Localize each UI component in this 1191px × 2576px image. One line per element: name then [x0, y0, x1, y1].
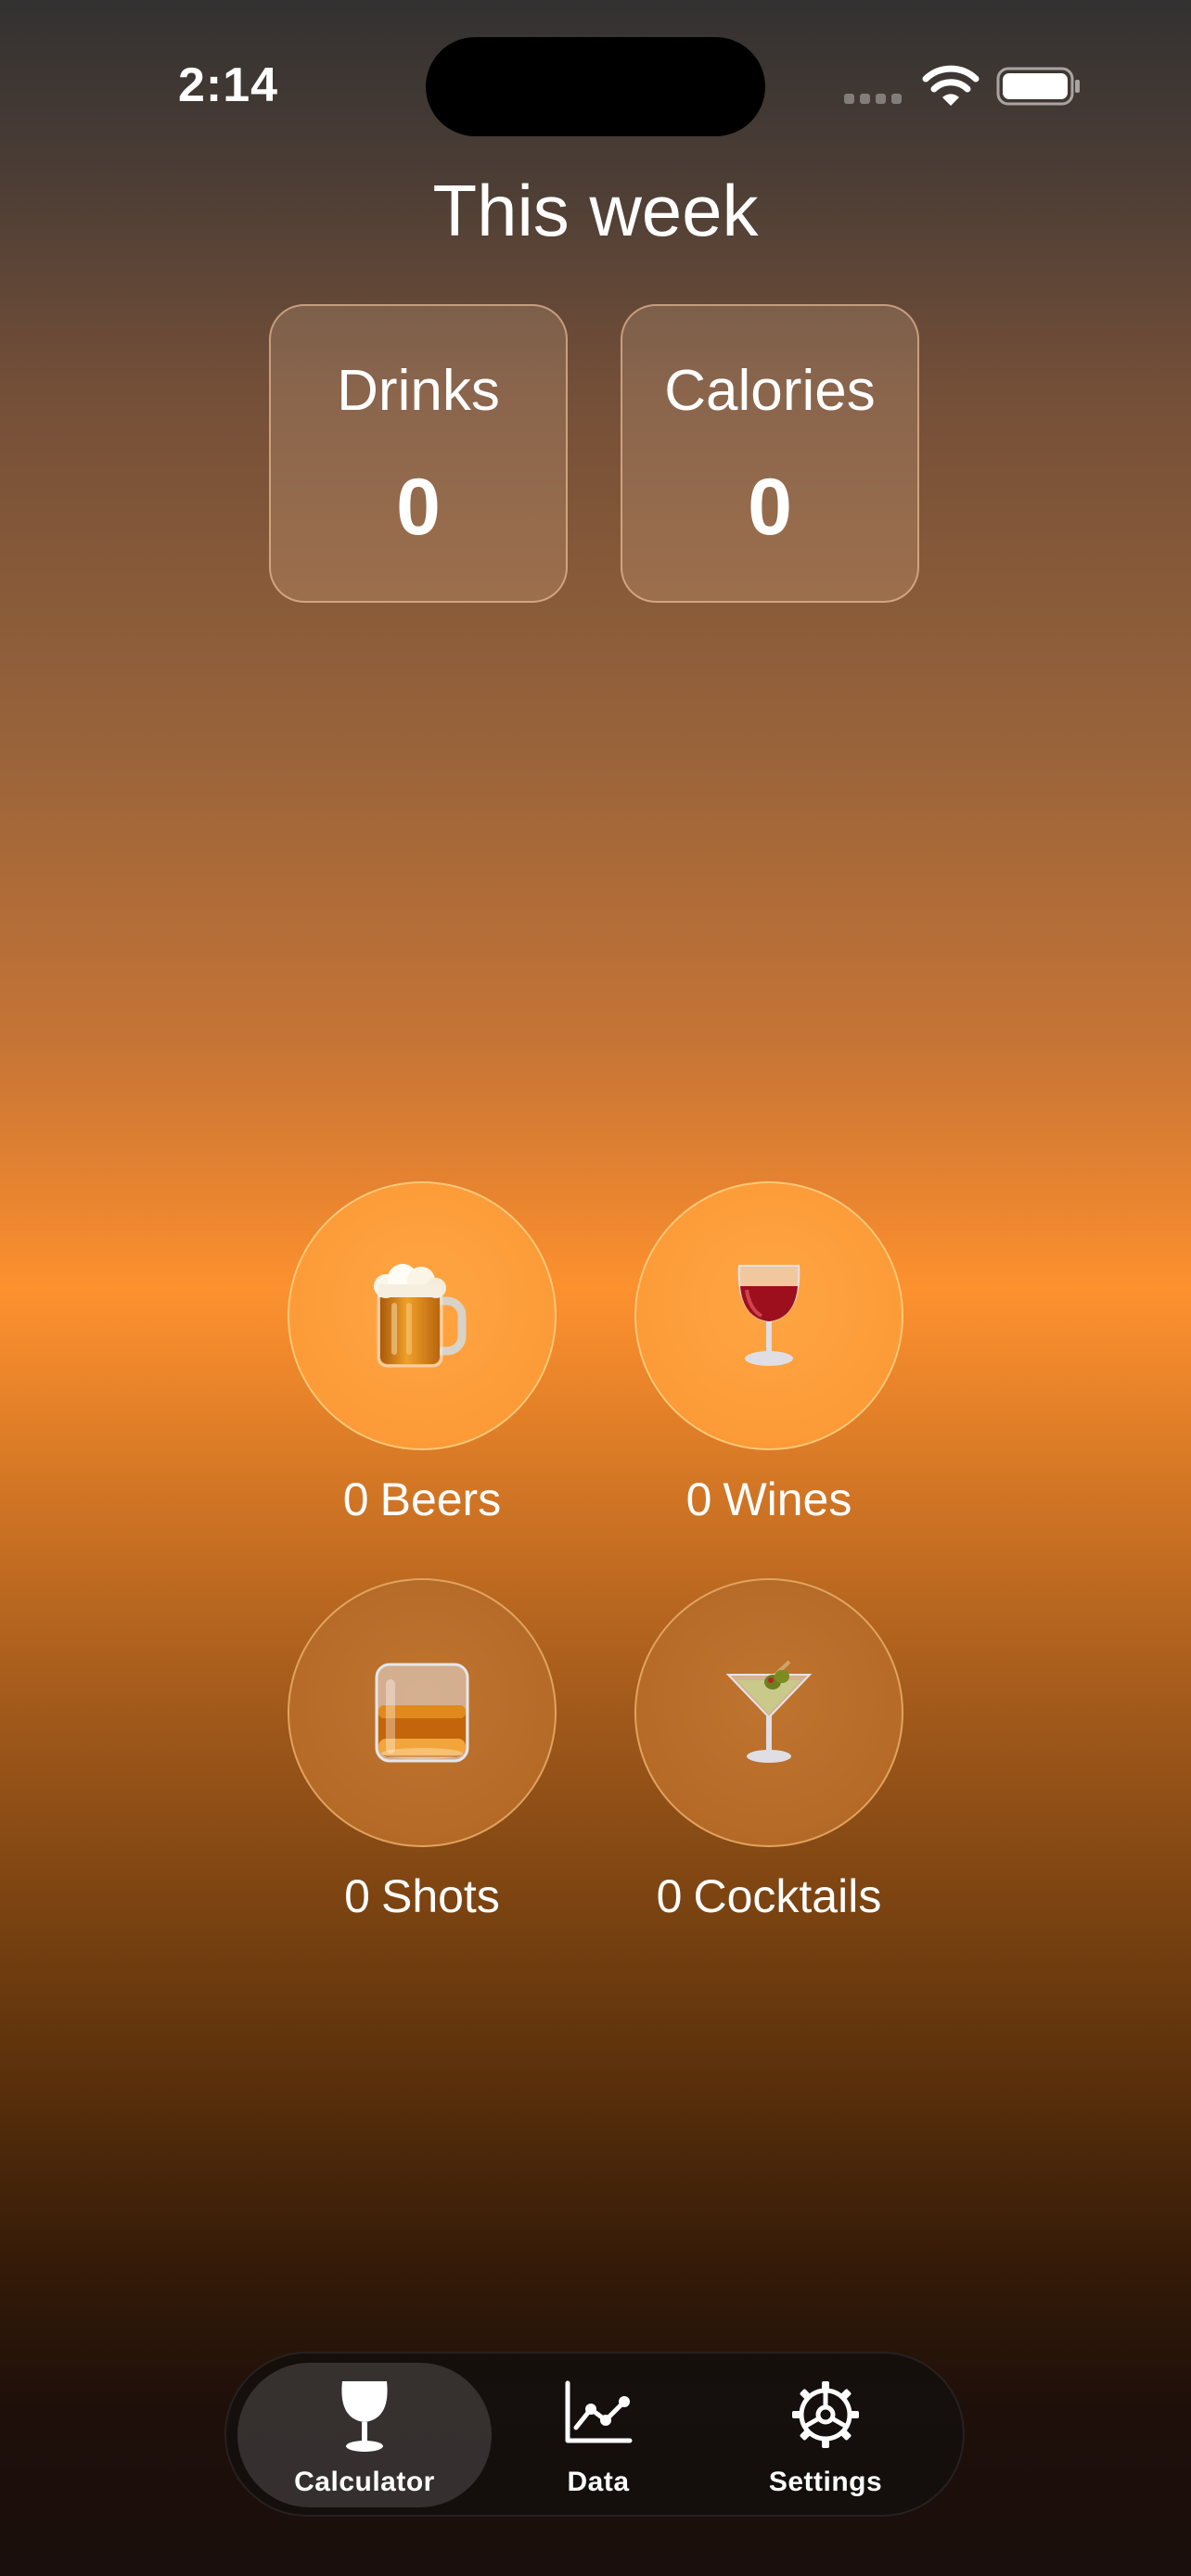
tab-calculator-label: Calculator — [294, 2467, 435, 2497]
calories-stat-label: Calories — [664, 359, 876, 423]
tab-calculator[interactable]: Calculator — [237, 2363, 492, 2507]
wine-label: 0 Wines — [630, 1473, 908, 1526]
cellular-signal-icon — [844, 94, 902, 104]
drinks-stat-value: 0 — [396, 463, 441, 552]
battery-icon — [996, 67, 1080, 106]
add-cocktail-button[interactable] — [634, 1578, 903, 1847]
line-chart-icon — [565, 2380, 633, 2443]
wine-count: 0 — [685, 1473, 712, 1525]
beer-name: Beers — [379, 1473, 502, 1525]
beer-count: 0 — [342, 1473, 369, 1525]
drinks-stat-label: Drinks — [337, 359, 500, 423]
cocktail-count: 0 — [656, 1870, 683, 1922]
gear-icon — [792, 2381, 859, 2448]
status-time: 2:14 — [178, 58, 279, 112]
add-beer-button[interactable] — [288, 1181, 557, 1450]
tumbler-glass-icon — [375, 1663, 469, 1763]
tab-data[interactable]: Data — [501, 2363, 696, 2507]
cocktail-name: Cocktails — [693, 1870, 882, 1922]
wine-glass-icon — [341, 2381, 388, 2452]
cocktail-label: 0 Cocktails — [630, 1869, 908, 1923]
shot-item: 0 Shots — [283, 1578, 561, 1923]
tab-bar: Calculator Data Settings — [224, 2352, 965, 2517]
wine-name: Wines — [723, 1473, 852, 1525]
add-wine-button[interactable] — [634, 1181, 903, 1450]
shot-name: Shots — [380, 1870, 500, 1922]
cocktail-glass-icon — [725, 1660, 813, 1763]
beer-item: 0 Beers — [283, 1181, 561, 1526]
shot-count: 0 — [344, 1870, 370, 1922]
calories-stat-value: 0 — [748, 463, 792, 552]
dynamic-island — [426, 37, 765, 136]
beer-label: 0 Beers — [283, 1473, 561, 1526]
shot-label: 0 Shots — [283, 1869, 561, 1923]
tab-data-label: Data — [567, 2467, 630, 2497]
wine-item: 0 Wines — [630, 1181, 908, 1526]
add-shot-button[interactable] — [288, 1578, 557, 1847]
page-title: This week — [432, 170, 759, 251]
calories-stat-card: Calories 0 — [621, 304, 919, 603]
beer-mug-icon — [374, 1264, 467, 1368]
wine-glass-icon — [737, 1265, 800, 1366]
tab-settings[interactable]: Settings — [705, 2363, 946, 2507]
cocktail-item: 0 Cocktails — [630, 1578, 908, 1923]
drinks-stat-card: Drinks 0 — [269, 304, 568, 603]
tab-settings-label: Settings — [768, 2467, 883, 2497]
wifi-icon — [922, 65, 980, 106]
